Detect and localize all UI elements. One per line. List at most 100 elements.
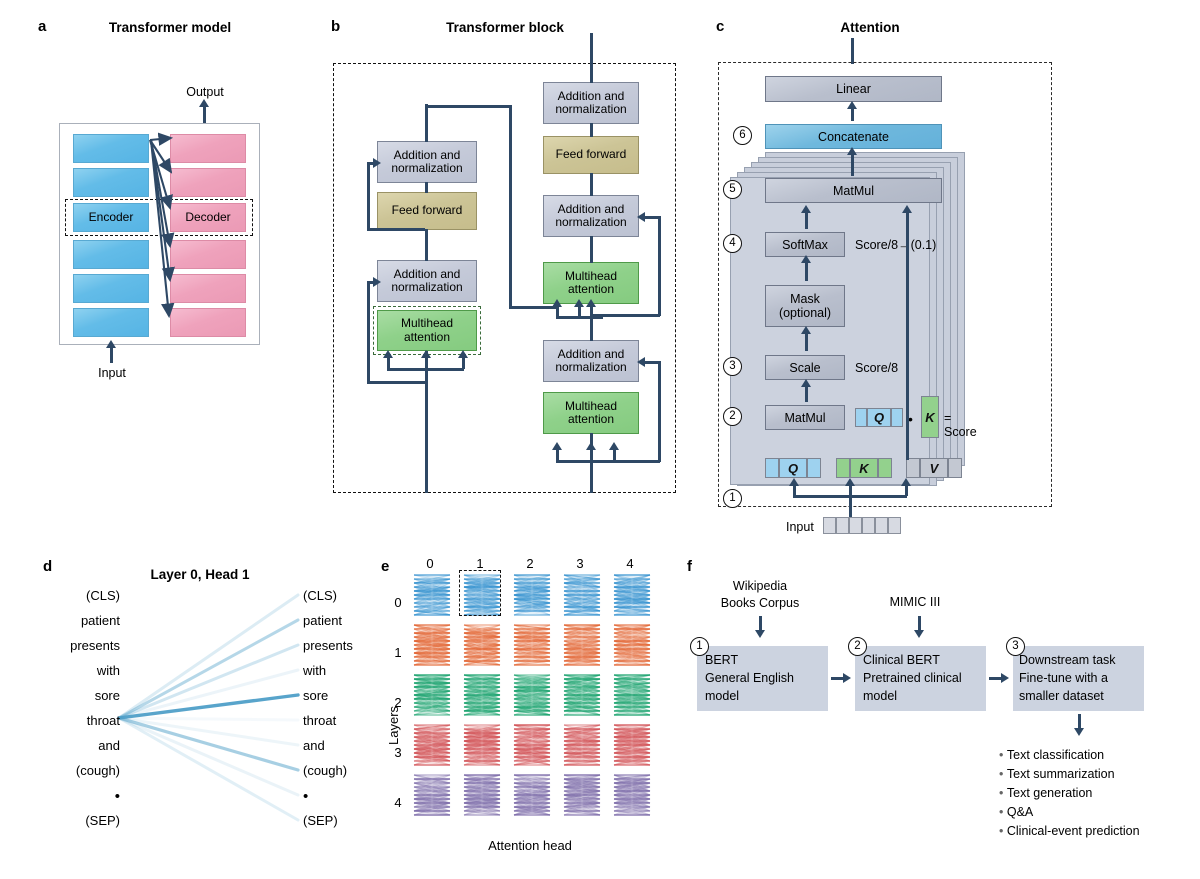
c-v-label: V [920,458,948,478]
d-right-token-1: patient [303,613,343,628]
b-dec-multihead-self: Multihead attention [543,392,639,434]
c-v-long-line [906,228,909,460]
c-k-label: K [850,458,878,478]
f-stage-0-badge: 1 [690,637,709,656]
e-cell-layer1-head4 [611,622,653,668]
c-k-chip: K [836,458,892,478]
b-enc-addnorm-bottom: Addition and normalization [377,260,477,302]
f-stage-1-label: Clinical BERT Pretrained clinical model [863,653,962,703]
b-dec-multihead-cross-label: Multihead attention [564,268,618,296]
e-cell-layer3-head0 [411,722,453,768]
c-eq-k-chip: K [921,396,939,438]
c-matmul-out-arrow [801,379,811,387]
e-row-tick-0: 0 [394,595,402,610]
e-cell-layer3-head4 [611,722,653,768]
b-dec-addnorm-top-label: Addition and normalization [555,88,627,116]
b-dec-addnorm-bottom-label: Addition and normalization [555,346,627,374]
b-dec-fanin1-arrow-l [552,299,562,307]
b-dec-fanin2-bar [556,460,614,463]
e-row-tick-3: 3 [394,745,402,760]
e-grid [411,572,653,818]
b-dec-res2-v [658,361,661,462]
e-cell-layer1-head3 [561,622,603,668]
e-cell-layer2-head0 [411,672,453,718]
f-output-bullet-1: • Text summarization [999,767,1115,781]
e-highlight-cell [459,570,501,616]
panel-a-title: Transformer model [108,20,232,35]
e-cell-layer0-head2 [511,572,553,618]
b-dec-res2-arrow [637,357,645,367]
b-dec-an-mha [590,236,593,263]
b-dec-res1-v [658,216,661,316]
b-enc-res2-h [367,228,425,231]
c-mask-out-line [805,261,808,281]
output-arrow-head [199,99,209,107]
b-dec-fanin2-arrow-r [609,442,619,450]
e-col-tick-0: 0 [426,556,434,571]
c-matmul-top-box: MatMul [765,178,942,203]
d-right-token-7: (cough) [303,763,348,778]
b-enc-res1-h [367,381,425,384]
f-stage-2-badge: 3 [1006,637,1025,656]
d-right-token-9: (SEP) [303,813,338,828]
e-cell-layer4-head1 [461,772,503,818]
c-concatenate-label: Concatenate [818,129,889,144]
c-step-2-badge: 2 [723,407,742,426]
b-dec-fanin1-arrow-m [574,299,584,307]
output-arrow-line [203,106,206,123]
b-dec-addnorm-mid: Addition and normalization [543,195,639,237]
c-matmul-bottom-box: MatMul [765,405,845,430]
c-v-chip: V [906,458,962,478]
c-eq-k-label: K [921,396,939,438]
d-left-token-9: (SEP) [85,813,120,828]
c-linear-in-line [851,107,854,121]
encoder-block-5 [73,308,149,337]
e-cell-layer2-head2 [511,672,553,718]
f-output-label-3: Q&A [1006,805,1034,819]
c-fanin-q-arrow [789,478,799,486]
c-linear-box: Linear [765,76,942,102]
c-step-6-badge: 6 [733,126,752,145]
b-dec-an-ff [590,123,593,137]
f-input-0-label: Wikipedia Books Corpus [720,579,800,610]
b-dec-res2-top [643,361,659,364]
e-cell-layer1-head2 [511,622,553,668]
c-softmax-out-arrow [801,205,811,213]
f-output-arrow [1074,728,1084,736]
f-output-label-1: Text summarization [1006,767,1115,781]
c-softmax-annotation: Score/8→(0.1) [855,238,937,252]
e-cell-layer4-head4 [611,772,653,818]
panel-c-title: Attention [840,20,900,35]
c-eq-dot: • [908,411,913,427]
f-stage-0-label: BERT General English model [705,653,794,703]
b-dec-fanin2-arrow-l [552,442,562,450]
c-attention-out-line [851,38,854,64]
f-output-label-4: Clinical-event prediction [1006,824,1140,838]
b-dec-feedforward-label: Feed forward [555,147,627,162]
c-eq-q-label: Q [867,408,891,427]
f-input-0-arrow [755,630,765,638]
panel-c-letter: c [716,18,725,35]
d-left-token-1: patient [80,613,120,628]
b-dec-ff-an [590,173,593,196]
b-enc-addnorm-top-label: Addition and normalization [391,147,463,175]
b-dec-res1-top [643,216,659,219]
e-row-tick-1: 1 [394,645,402,660]
b-enc-multihead-highlight [373,306,481,355]
e-cell-layer0-head0 [411,572,453,618]
d-left-token-4: sore [94,688,120,703]
c-input-bar [823,517,901,534]
b-enc-res2-arrow [373,158,381,168]
c-scale-out-line [805,331,808,351]
d-left-token-7: (cough) [75,763,120,778]
f-stage-2-label: Downstream task Fine-tune with a smaller… [1019,653,1116,703]
d-right-token-3: with [303,663,327,678]
c-step-3-badge: 3 [723,357,742,376]
d-left-token-6: and [98,738,120,753]
c-q-label: Q [779,458,807,478]
f-arrow-1-head [1001,673,1009,683]
f-output-bullet-3: • Q&A [999,805,1034,819]
e-cell-layer0-head3 [561,572,603,618]
panel-d-letter: d [43,558,53,575]
c-mask-box: Mask (optional) [765,285,845,327]
